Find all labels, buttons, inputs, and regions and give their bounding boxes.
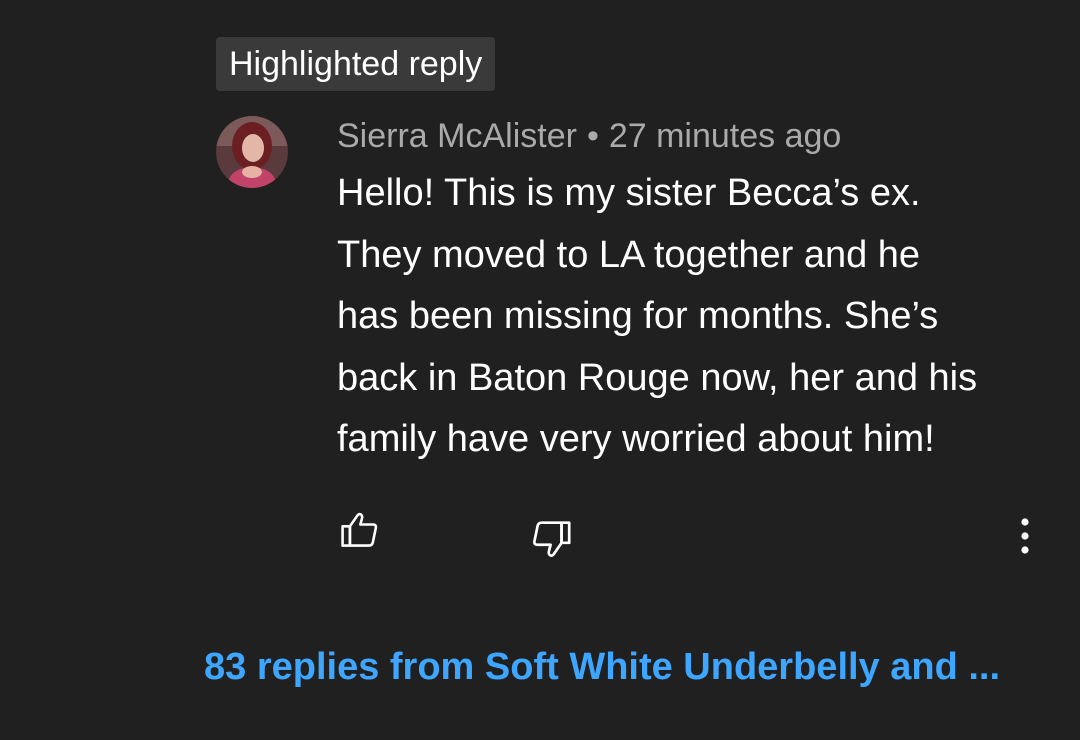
more-vertical-icon <box>1021 518 1029 554</box>
comment-line: back in Baton Rouge now, her and his <box>337 356 978 399</box>
comment-line: has been missing for months. She’s <box>337 295 939 337</box>
comment-line: family have very worried about him! <box>337 418 935 460</box>
comment-line: They moved to LA together and he <box>337 233 921 276</box>
thumbs-down-icon <box>533 521 571 557</box>
like-button[interactable] <box>338 508 382 552</box>
highlighted-reply-badge: Highlighted reply <box>216 37 496 91</box>
comment-timestamp[interactable]: 27 minutes ago <box>609 117 842 155</box>
dislike-button[interactable] <box>528 516 574 562</box>
comment-meta: Sierra McAlister • 27 minutes ago <box>337 114 841 158</box>
author-name[interactable]: Sierra McAlister <box>337 117 577 155</box>
avatar-image <box>216 116 288 188</box>
comment-body: Hello! This is my sister Becca’s ex. The… <box>337 163 1057 471</box>
view-replies-link[interactable]: 83 replies from Soft White Underbelly an… <box>204 640 1000 694</box>
thumbs-up-icon <box>341 512 378 547</box>
more-options-button[interactable] <box>1010 514 1040 558</box>
meta-separator: • <box>586 117 599 155</box>
avatar[interactable] <box>216 116 288 188</box>
comment-line: Hello! This is my sister Becca’s ex. <box>337 172 921 214</box>
